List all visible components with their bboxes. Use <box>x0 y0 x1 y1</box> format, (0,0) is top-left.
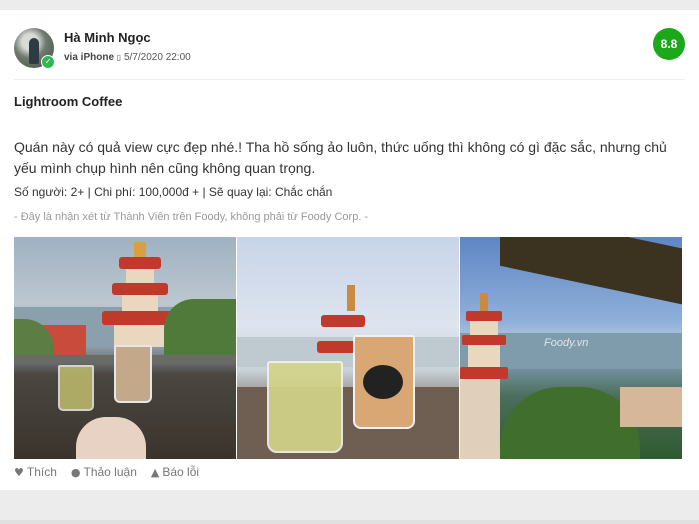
discuss-button[interactable]: ● Thảo luận <box>71 465 137 479</box>
photo-gallery: Foody.vn <box>14 237 682 459</box>
via-device: via iPhone <box>64 52 115 63</box>
score-badge: 8.8 <box>653 28 685 60</box>
bottom-divider <box>0 520 699 524</box>
review-card: ✓ Hà Minh Ngọc via iPhone ▯ 5/7/2020 22:… <box>0 10 699 490</box>
comment-icon: ● <box>70 465 81 479</box>
like-button[interactable]: ♥ Thích <box>14 465 57 479</box>
review-disclaimer: - Đây là nhận xét từ Thành Viên trên Foo… <box>14 211 369 223</box>
review-date: 5/7/2020 22:00 <box>123 52 191 63</box>
review-header: ✓ Hà Minh Ngọc via iPhone ▯ 5/7/2020 22:… <box>14 28 685 70</box>
photo-watermark: Foody.vn <box>544 337 589 349</box>
avatar-figure <box>29 38 39 64</box>
header-divider <box>14 79 685 80</box>
review-title[interactable]: Lightroom Coffee <box>14 94 122 109</box>
report-button[interactable]: ▲ Báo lỗi <box>151 465 199 479</box>
report-label: Báo lỗi <box>162 465 200 479</box>
warning-icon: ▲ <box>150 465 160 479</box>
review-body: Quán này có quả view cực đẹp nhé.! Tha h… <box>14 139 667 176</box>
like-label: Thích <box>26 465 57 479</box>
heart-icon: ♥ <box>14 465 24 479</box>
review-actions: ♥ Thích ● Thảo luận ▲ Báo lỗi <box>14 465 199 479</box>
discuss-label: Thảo luận <box>83 465 137 479</box>
mobile-icon: ▯ <box>116 53 122 62</box>
review-meta: via iPhone ▯ 5/7/2020 22:00 <box>64 52 191 63</box>
verified-check-icon: ✓ <box>41 55 55 69</box>
review-stats: Số người: 2+ | Chi phí: 100,000đ + | Sẽ … <box>14 185 333 199</box>
review-photo[interactable]: Foody.vn <box>460 237 682 459</box>
review-photo[interactable] <box>14 237 236 459</box>
review-photo[interactable] <box>237 237 459 459</box>
user-name[interactable]: Hà Minh Ngọc <box>64 30 151 45</box>
